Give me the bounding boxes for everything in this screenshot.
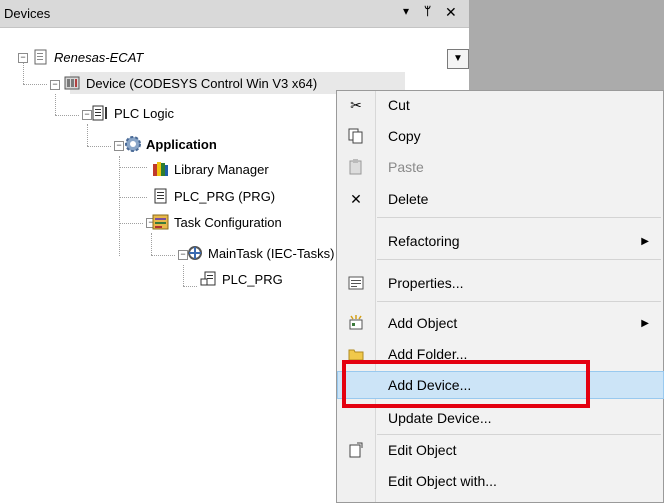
plc-logic-icon xyxy=(92,104,110,122)
panel-title: Devices xyxy=(4,6,51,21)
menu-item-label: Edit Object with... xyxy=(388,473,497,489)
menu-item-label: Delete xyxy=(388,191,429,207)
menu-item-label: Paste xyxy=(388,159,424,175)
tree-line xyxy=(55,115,79,116)
tree-line xyxy=(151,255,175,256)
scissors-icon: ✂ xyxy=(350,96,362,113)
paste-icon xyxy=(338,154,374,180)
tree-line xyxy=(119,167,147,168)
main-task-label: MainTask (IEC-Tasks) xyxy=(208,245,335,261)
delete-icon: ✕ xyxy=(350,190,362,207)
tree-line xyxy=(183,265,184,286)
menu-separator xyxy=(377,301,661,302)
pin-icon[interactable]: ᛘ xyxy=(424,4,431,18)
menu-separator xyxy=(377,259,661,260)
menu-item-label: Cut xyxy=(388,97,410,113)
collapse-toggle[interactable]: − xyxy=(82,110,92,120)
tree-node-task-configuration[interactable]: Task Configuration xyxy=(152,213,282,231)
collapse-toggle[interactable]: − xyxy=(18,53,28,63)
task-config-icon xyxy=(152,213,170,231)
tree-node-project[interactable]: Renesas-ECAT xyxy=(32,48,143,66)
menu-separator xyxy=(377,434,661,435)
tree-line xyxy=(55,94,56,115)
menu-item-paste[interactable]: Paste xyxy=(338,154,663,180)
menu-item-delete[interactable]: ✕ Delete xyxy=(338,186,663,212)
properties-icon xyxy=(338,270,374,296)
tree-line xyxy=(119,223,143,224)
tree-node-plc-prg-prg[interactable]: PLC_PRG (PRG) xyxy=(152,187,275,205)
add-object-icon xyxy=(338,310,374,336)
menu-item-label: Edit Object xyxy=(388,442,457,458)
menu-item-update-device[interactable]: Update Device... xyxy=(338,405,663,431)
tree-node-plc-prg[interactable]: PLC_PRG xyxy=(200,270,283,288)
context-menu: ✂ Cut Copy Paste ✕ Delete Refactoring ▶ … xyxy=(336,90,664,503)
plc-prg-prg-label: PLC_PRG (PRG) xyxy=(174,188,276,204)
tree-node-plc-logic[interactable]: PLC Logic xyxy=(92,104,174,122)
tree-line xyxy=(23,84,47,85)
menu-item-refactoring[interactable]: Refactoring ▶ xyxy=(338,228,663,254)
menu-item-label: Add Object xyxy=(388,315,458,331)
program-icon xyxy=(152,187,170,205)
tree-line xyxy=(119,197,147,198)
menu-item-label: Properties... xyxy=(388,275,464,291)
tree-node-main-task[interactable]: MainTask (IEC-Tasks) xyxy=(186,244,334,262)
plc-prg-label: PLC_PRG xyxy=(222,271,283,287)
task-configuration-label: Task Configuration xyxy=(174,214,282,230)
library-books-icon xyxy=(152,160,170,178)
task-icon xyxy=(186,244,204,262)
application-label: Application xyxy=(146,136,217,152)
project-label: Renesas-ECAT xyxy=(54,49,144,65)
tree-node-device[interactable]: Device (CODESYS Control Win V3 x64) xyxy=(64,74,317,92)
menu-item-label: Copy xyxy=(388,128,421,144)
tree-line xyxy=(119,156,120,256)
menu-item-label: Refactoring xyxy=(388,233,460,249)
menu-separator xyxy=(377,217,661,218)
menu-item-cut[interactable]: ✂ Cut xyxy=(338,92,663,118)
project-icon xyxy=(32,48,50,66)
menu-item-edit-object-with[interactable]: Edit Object with... xyxy=(338,468,663,494)
panel-dropdown-icon[interactable]: ▾ xyxy=(403,4,409,18)
copy-icon xyxy=(338,123,374,149)
collapse-toggle[interactable]: − xyxy=(50,80,60,90)
plc-logic-label: PLC Logic xyxy=(114,105,174,121)
tree-node-library-manager[interactable]: Library Manager xyxy=(152,160,269,178)
submenu-arrow-icon: ▶ xyxy=(641,235,649,247)
application-gear-icon xyxy=(124,135,142,153)
tree-line xyxy=(151,233,152,255)
program-call-icon xyxy=(200,270,218,288)
tree-line xyxy=(87,146,111,147)
device-icon xyxy=(64,74,82,92)
menu-item-copy[interactable]: Copy xyxy=(338,123,663,149)
menu-item-edit-object[interactable]: Edit Object xyxy=(338,437,663,463)
collapse-toggle[interactable]: − xyxy=(114,141,124,151)
tree-node-application[interactable]: Application xyxy=(124,135,217,153)
tree-line xyxy=(183,286,197,287)
submenu-arrow-icon: ▶ xyxy=(641,317,649,329)
menu-item-add-object[interactable]: Add Object ▶ xyxy=(338,310,663,336)
panel-combo-dropdown[interactable]: ▼ xyxy=(447,49,469,69)
edit-object-icon xyxy=(338,437,374,463)
devices-titlebar: Devices ▾ ᛘ ✕ xyxy=(0,0,469,28)
menu-item-properties[interactable]: Properties... xyxy=(338,270,663,296)
device-label: Device (CODESYS Control Win V3 x64) xyxy=(86,75,318,91)
tree-line xyxy=(87,124,88,146)
close-icon[interactable]: ✕ xyxy=(445,4,457,21)
menu-item-label: Update Device... xyxy=(388,410,492,426)
annotation-highlight-box xyxy=(342,360,590,408)
library-manager-label: Library Manager xyxy=(174,161,269,177)
tree-line xyxy=(23,62,24,84)
